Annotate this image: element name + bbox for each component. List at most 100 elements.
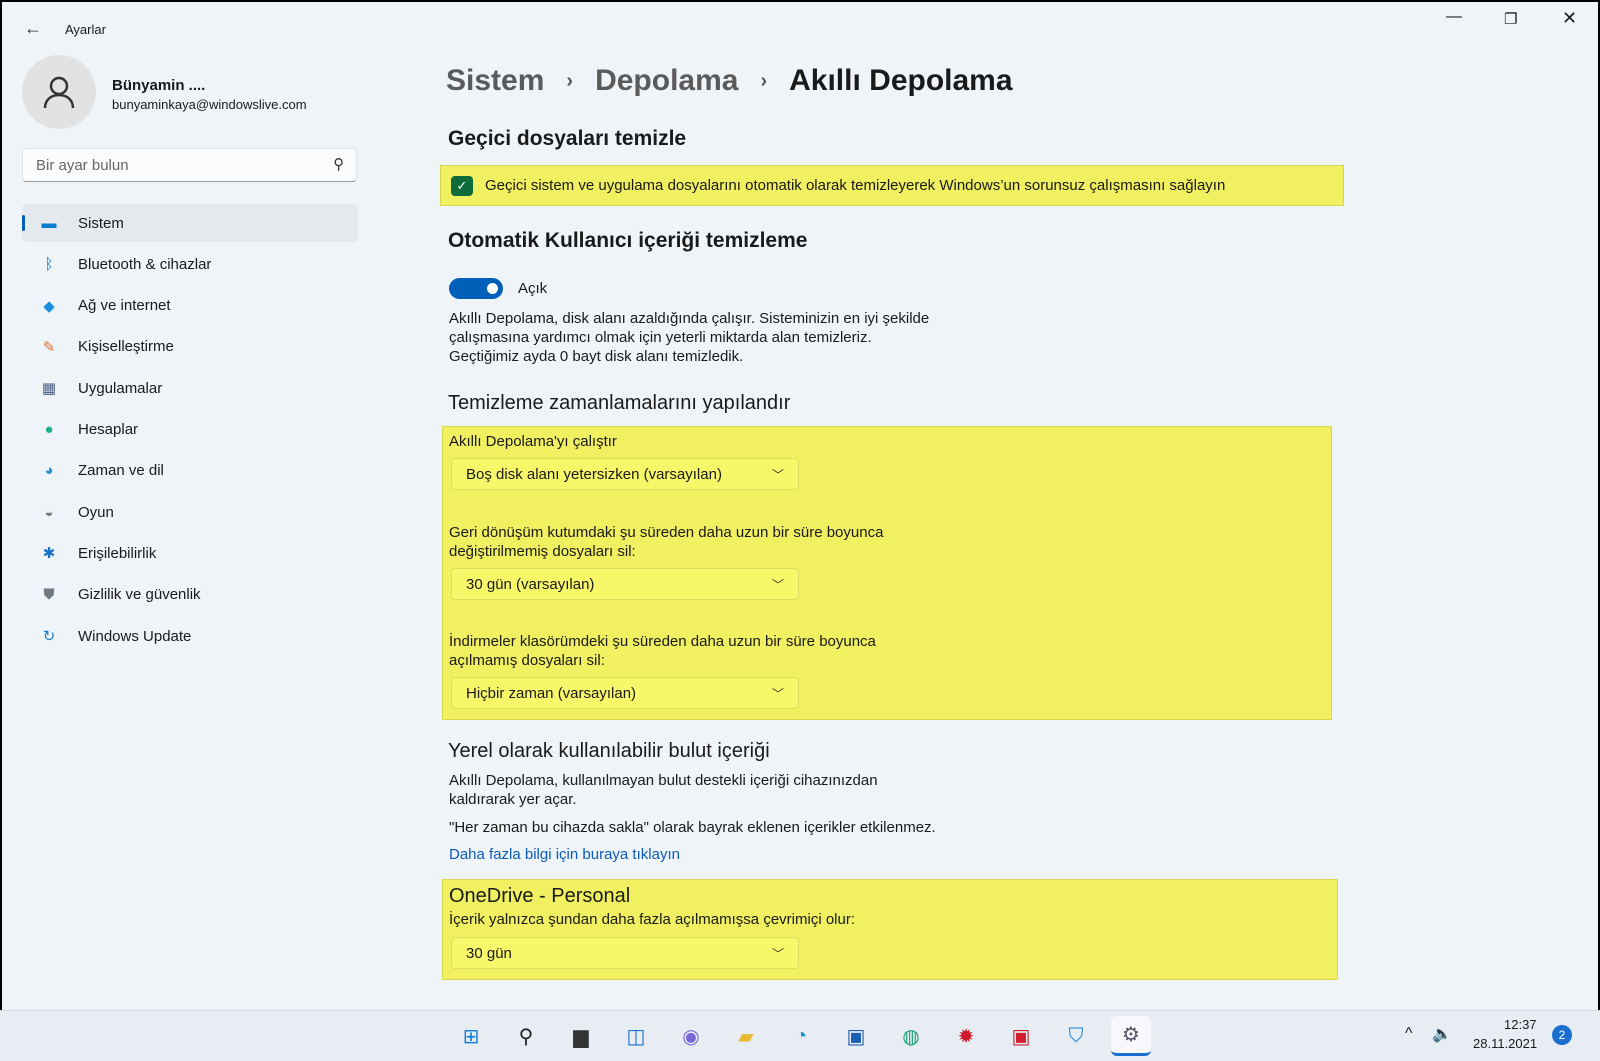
breadcrumb-depolama[interactable]: Depolama: [595, 64, 738, 98]
search-input[interactable]: Bir ayar bulun ⚲: [22, 148, 357, 182]
checkbox-label: Geçici sistem ve uygulama dosyalarını ot…: [485, 177, 1226, 194]
sidebar-item-gizlilik-ve-g-venlik[interactable]: ⛊ Gizlilik ve güvenlik: [22, 576, 358, 614]
settings-window: ← Ayarlar — ❐ ✕ Bünyamin .... bunyaminka…: [2, 2, 1598, 1010]
chevron-down-icon: ﹀: [771, 578, 784, 592]
sidebar-item-label: Bluetooth & cihazlar: [78, 255, 212, 273]
sidebar-item-bluetooth-cihazlar[interactable]: ᛒ Bluetooth & cihazlar: [22, 245, 358, 283]
breadcrumb: Sistem › Depolama › Akıllı Depolama: [446, 64, 1013, 98]
sidebar-item-label: Erişilebilirlik: [78, 544, 157, 562]
sidebar-item-windows-update[interactable]: ↻ Windows Update: [22, 617, 358, 655]
app-recorder-icon[interactable]: ▣: [1005, 1020, 1037, 1052]
file-explorer-icon[interactable]: ▰: [730, 1020, 762, 1052]
chevron-down-icon: ﹀: [771, 947, 784, 961]
sidebar-item-uygulamalar[interactable]: ▦ Uygulamalar: [22, 369, 358, 407]
update-icon: ↻: [42, 628, 56, 645]
task-view-icon[interactable]: ▆: [565, 1020, 597, 1052]
person-icon: [43, 76, 75, 109]
checkbox-checked-icon[interactable]: ✓: [451, 176, 473, 196]
search-icon: ⚲: [333, 156, 344, 173]
shield-icon: ⛊: [43, 586, 55, 604]
chevron-down-icon: ﹀: [771, 468, 784, 482]
app-red-icon[interactable]: ✹: [950, 1020, 982, 1052]
desc-line: Akıllı Depolama, kullanılmayan bulut des…: [449, 772, 878, 789]
chevron-down-icon: ﹀: [771, 687, 784, 701]
edge-icon[interactable]: ◔: [785, 1020, 817, 1052]
recycle-label: Geri dönüşüm kutumdaki şu süreden daha u…: [449, 523, 883, 561]
recycle-dropdown[interactable]: 30 gün (varsayılan) ﹀: [451, 568, 799, 600]
person-icon: ●: [44, 421, 54, 438]
user-email: bunyaminkaya@windowslive.com: [112, 97, 307, 112]
chat-icon[interactable]: ◉: [675, 1020, 707, 1052]
sidebar-item-zaman-ve-dil[interactable]: ◕ Zaman ve dil: [22, 452, 358, 490]
desc-line: Geçtiğimiz ayda 0 bayt disk alanı temizl…: [449, 348, 744, 365]
label-line: Geri dönüşüm kutumdaki şu süreden daha u…: [449, 524, 884, 541]
sidebar-item-a-ve-internet[interactable]: ◆ Ağ ve internet: [22, 287, 358, 325]
settings-icon[interactable]: ⚙: [1111, 1016, 1151, 1056]
sidebar-item-label: Oyun: [78, 503, 114, 521]
label-line: açılmamış dosyaları sil:: [449, 652, 605, 669]
auto-description: Akıllı Depolama, disk alanı azaldığında …: [449, 309, 929, 366]
breadcrumb-sistem[interactable]: Sistem: [446, 64, 544, 98]
sidebar-item-label: Uygulamalar: [78, 379, 163, 397]
app-shield-icon[interactable]: ⛉: [1060, 1020, 1092, 1052]
user-name: Bünyamin ....: [112, 77, 206, 94]
back-icon[interactable]: ←: [24, 18, 42, 39]
sidebar-item-label: Hesaplar: [78, 421, 139, 438]
search-icon[interactable]: ⚲: [510, 1020, 542, 1052]
store-icon[interactable]: ▣: [840, 1020, 872, 1052]
window-title: Ayarlar: [65, 22, 106, 37]
dropdown-value: 30 gün (varsayılan): [466, 575, 595, 593]
avatar[interactable]: [22, 55, 96, 129]
sidebar-item-label: Sistem: [78, 214, 124, 232]
sidebar-item-hesaplar[interactable]: ● Hesaplar: [22, 411, 358, 449]
dropdown-value: Boş disk alanı yetersizken (varsayılan): [466, 465, 722, 483]
sidebar-item-label: Zaman ve dil: [78, 462, 164, 480]
monitor-icon: ▬: [41, 214, 57, 232]
sidebar-item-ki-iselle-tirme[interactable]: ✎ Kişiselleştirme: [22, 328, 358, 366]
desc-line: çalışmasına yardımcı olmak için yeterli …: [449, 329, 872, 346]
globe-clock-icon: ◕: [44, 462, 54, 480]
clock-time[interactable]: 12:37: [1504, 1017, 1537, 1032]
bluetooth-icon: ᛒ: [44, 255, 54, 273]
sidebar-item-label: Kişiselleştirme: [78, 338, 174, 356]
sidebar-item-label: Ağ ve internet: [78, 297, 171, 315]
onedrive-heading: OneDrive - Personal: [449, 885, 631, 907]
label-line: değiştirilmemiş dosyaları sil:: [449, 543, 636, 560]
cloud-description: Akıllı Depolama, kullanılmayan bulut des…: [449, 771, 878, 809]
start-icon[interactable]: ⊞: [455, 1020, 487, 1052]
learn-more-link[interactable]: Daha fazla bilgi için buraya tıklayın: [449, 845, 680, 864]
widgets-icon[interactable]: ◫: [620, 1020, 652, 1052]
downloads-label: İndirmeler klasörümdeki şu süreden daha …: [449, 632, 876, 670]
minimize-button[interactable]: —: [1446, 8, 1462, 26]
clock-date[interactable]: 28.11.2021: [1473, 1036, 1537, 1051]
run-dropdown[interactable]: Boş disk alanı yetersizken (varsayılan) ﹀: [451, 458, 799, 490]
sidebar-item-sistem[interactable]: ▬ Sistem: [22, 204, 358, 242]
auto-heading: Otomatik Kullanıcı içeriği temizleme: [448, 229, 808, 252]
close-button[interactable]: ✕: [1562, 8, 1577, 29]
notification-badge[interactable]: 2: [1552, 1025, 1572, 1045]
temp-checkbox-row[interactable]: ✓ Geçici sistem ve uygulama dosyalarını …: [440, 165, 1344, 206]
run-label: Akıllı Depolama'yı çalıştır: [449, 433, 617, 450]
apps-icon: ▦: [41, 380, 57, 398]
auto-toggle[interactable]: [449, 278, 503, 299]
chevron-up-icon[interactable]: ^: [1405, 1025, 1413, 1043]
onedrive-label: İçerik yalnızca şundan daha fazla açılma…: [449, 911, 855, 928]
selection-indicator: [22, 215, 25, 231]
dropdown-value: 30 gün: [466, 944, 512, 962]
sidebar-item-label: Windows Update: [78, 627, 192, 645]
desc-line: kaldırarak yer açar.: [449, 791, 577, 808]
cloud-note: "Her zaman bu cihazda sakla" olarak bayr…: [449, 819, 936, 836]
toggle-label: Açık: [518, 280, 548, 297]
restore-button[interactable]: ❐: [1504, 10, 1517, 28]
desc-line: Akıllı Depolama, disk alanı azaldığında …: [449, 310, 930, 327]
downloads-dropdown[interactable]: Hiçbir zaman (varsayılan) ﹀: [451, 677, 799, 709]
sidebar-item-oyun[interactable]: ◒ Oyun: [22, 493, 358, 531]
volume-icon[interactable]: 🔈: [1432, 1024, 1452, 1044]
chevron-right-icon: ›: [566, 69, 574, 92]
search-placeholder: Bir ayar bulun: [36, 157, 129, 174]
wifi-icon: ◆: [43, 297, 55, 315]
app-green-icon[interactable]: ◍: [895, 1020, 927, 1052]
sidebar-item-eri-ilebilirlik[interactable]: ✱ Erişilebilirlik: [22, 534, 358, 572]
onedrive-dropdown[interactable]: 30 gün ﹀: [451, 937, 799, 969]
dropdown-value: Hiçbir zaman (varsayılan): [466, 684, 637, 702]
